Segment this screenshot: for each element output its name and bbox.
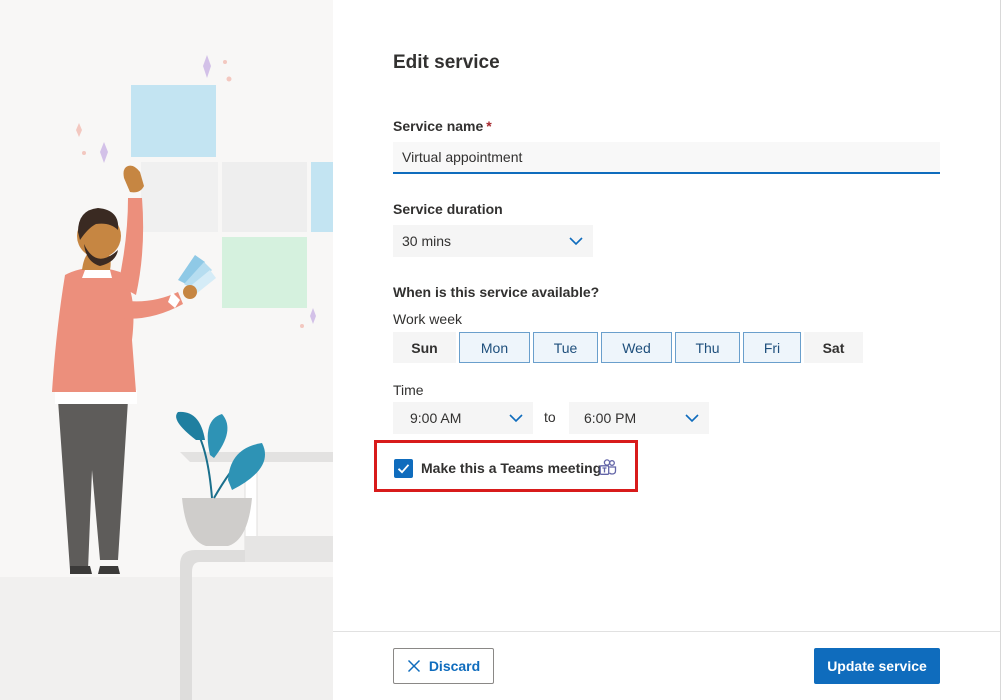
service-name-label-text: Service name xyxy=(393,118,484,134)
dialog-frame: Edit service Service name* Service durat… xyxy=(0,0,1001,700)
end-time-dropdown[interactable]: 6:00 PM xyxy=(569,402,709,434)
service-name-label: Service name * xyxy=(393,118,492,134)
day-toggle-mon[interactable]: Mon xyxy=(459,332,530,363)
day-toggle-sat[interactable]: Sat xyxy=(804,332,863,363)
service-duration-dropdown[interactable]: 30 mins xyxy=(393,225,593,257)
footer-divider xyxy=(333,631,1000,632)
checkmark-icon xyxy=(397,464,410,474)
close-icon xyxy=(407,659,420,673)
person-with-sticky-notes-illustration xyxy=(0,55,333,700)
page-title: Edit service xyxy=(393,52,500,73)
discard-label: Discard xyxy=(428,658,481,674)
illustration-panel xyxy=(0,0,333,700)
chevron-down-icon xyxy=(569,237,583,246)
day-toggle-fri[interactable]: Fri xyxy=(743,332,801,363)
chevron-down-icon xyxy=(685,414,699,423)
day-toggle-wed[interactable]: Wed xyxy=(601,332,672,363)
discard-button[interactable]: Discard xyxy=(393,648,494,684)
start-time-dropdown[interactable]: 9:00 AM xyxy=(393,402,533,434)
time-label: Time xyxy=(393,382,424,398)
day-toggle-thu[interactable]: Thu xyxy=(675,332,740,363)
service-duration-value: 30 mins xyxy=(402,233,452,249)
teams-icon xyxy=(599,459,617,475)
day-toggle-sun[interactable]: Sun xyxy=(393,332,456,363)
service-name-input[interactable] xyxy=(393,142,940,174)
teams-meeting-label: Make this a Teams meeting xyxy=(421,460,602,476)
required-mark: * xyxy=(486,118,492,134)
start-time-value: 9:00 AM xyxy=(410,410,462,426)
edit-service-form: Edit service Service name* Service durat… xyxy=(333,0,1000,700)
update-service-button[interactable]: Update service xyxy=(814,648,940,684)
end-time-value: 6:00 PM xyxy=(584,410,637,426)
chevron-down-icon xyxy=(509,414,523,423)
work-week-day-picker: Sun Mon Tue Wed Thu Fri Sat xyxy=(393,332,863,363)
service-duration-label: Service duration xyxy=(393,201,503,217)
availability-label: When is this service available? xyxy=(393,284,600,300)
to-label: to xyxy=(544,409,556,425)
day-toggle-tue[interactable]: Tue xyxy=(533,332,598,363)
work-week-label: Work week xyxy=(393,311,462,327)
teams-meeting-checkbox[interactable] xyxy=(394,459,413,478)
